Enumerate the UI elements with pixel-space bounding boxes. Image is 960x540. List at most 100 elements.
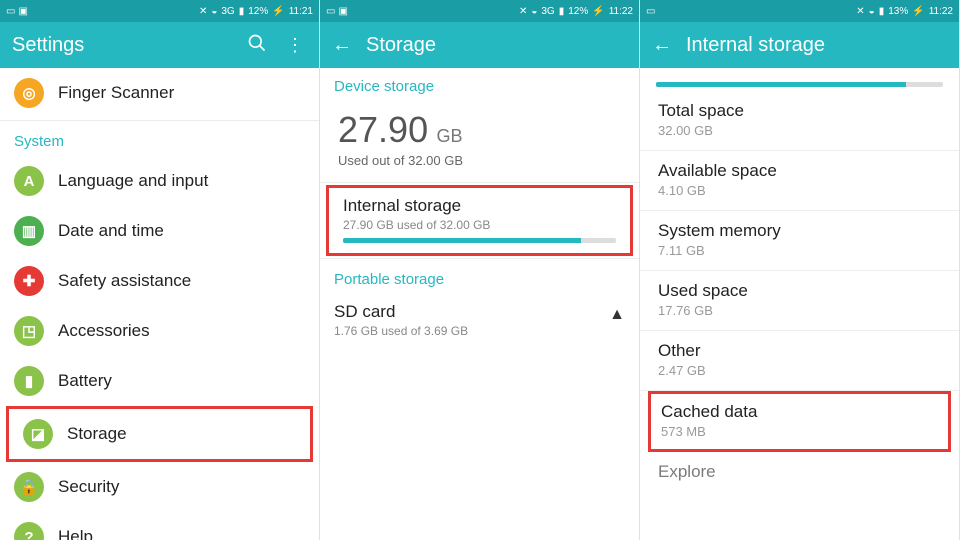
app-bar: ← Storage: [320, 22, 639, 68]
help-icon: ?: [14, 522, 44, 540]
overall-progress: [656, 82, 943, 87]
row-system-memory[interactable]: System memory 7.11 GB: [640, 211, 959, 271]
network-label: 3G: [221, 6, 234, 17]
wifi-icon: ◒: [531, 6, 537, 17]
vibrate-icon: ✕: [519, 6, 527, 17]
notif-icon: ▭: [646, 6, 655, 17]
row-title: Other: [658, 341, 941, 361]
page-title: Settings: [12, 34, 231, 57]
row-cached-data[interactable]: Cached data 573 MB: [651, 394, 948, 449]
page-title: Storage: [366, 34, 627, 57]
battery-label: 12%: [568, 6, 588, 17]
row-total-space[interactable]: Total space 32.00 GB: [640, 91, 959, 151]
battery-icon: ▮: [14, 366, 44, 396]
battery-icon: ⚡: [272, 6, 284, 17]
item-label: Language and input: [58, 171, 208, 191]
storage-content: Device storage 27.90 GB Used out of 32.0…: [320, 68, 639, 540]
lock-icon: 🔒: [14, 472, 44, 502]
row-available-space[interactable]: Available space 4.10 GB: [640, 151, 959, 211]
battery-label: 13%: [888, 6, 908, 17]
used-number: 27.90: [338, 109, 428, 151]
notif-icon: ▭: [326, 6, 335, 17]
notif-icon-2: ▣: [338, 6, 347, 17]
battery-label: 12%: [248, 6, 268, 17]
overflow-menu-icon[interactable]: ⋮: [283, 35, 307, 56]
highlight-cached: Cached data 573 MB: [648, 391, 951, 452]
item-storage[interactable]: ◪ Storage: [9, 409, 310, 459]
divider: [0, 120, 319, 121]
item-finger-scanner[interactable]: ◎ Finger Scanner: [0, 68, 319, 118]
item-security[interactable]: 🔒 Security: [0, 462, 319, 512]
overall-progress-bar: [656, 82, 906, 87]
row-title: System memory: [658, 221, 941, 241]
internal-progress-bar: [343, 238, 581, 243]
eject-icon[interactable]: ▲: [609, 306, 625, 324]
status-bar: ▭ ✕ ◒ ▮ 13% ⚡ 11:22: [640, 0, 959, 22]
network-label: 3G: [541, 6, 554, 17]
back-icon[interactable]: ←: [652, 34, 672, 57]
row-value: 4.10 GB: [658, 183, 941, 198]
item-help[interactable]: ? Help: [0, 512, 319, 540]
used-subtitle: Used out of 32.00 GB: [338, 153, 621, 168]
search-icon[interactable]: [245, 33, 269, 58]
signal-icon: ▮: [879, 6, 885, 17]
vibrate-icon: ✕: [199, 6, 207, 17]
clock-label: 11:21: [289, 6, 313, 17]
calendar-icon: ▥: [14, 216, 44, 246]
row-title: Used space: [658, 281, 941, 301]
item-safety-assistance[interactable]: ✚ Safety assistance: [0, 256, 319, 306]
sd-title: SD card: [334, 302, 625, 322]
item-label: Security: [58, 477, 119, 497]
row-used-space[interactable]: Used space 17.76 GB: [640, 271, 959, 331]
row-value: 2.47 GB: [658, 363, 941, 378]
item-label: Battery: [58, 371, 112, 391]
item-label: Help: [58, 527, 93, 540]
item-language-input[interactable]: A Language and input: [0, 156, 319, 206]
used-unit: GB: [437, 126, 463, 146]
back-icon[interactable]: ←: [332, 34, 352, 57]
row-internal-storage[interactable]: Internal storage 27.90 GB used of 32.00 …: [329, 188, 630, 253]
row-value: 32.00 GB: [658, 123, 941, 138]
item-date-time[interactable]: ▥ Date and time: [0, 206, 319, 256]
sd-sub: 1.76 GB used of 3.69 GB: [334, 324, 625, 338]
page-title: Internal storage: [686, 34, 947, 57]
highlight-internal: Internal storage 27.90 GB used of 32.00 …: [326, 185, 633, 256]
clock-label: 11:22: [929, 6, 953, 17]
row-explore[interactable]: Explore: [640, 452, 959, 482]
item-accessories[interactable]: ◳ Accessories: [0, 306, 319, 356]
storage-summary: 27.90 GB Used out of 32.00 GB: [320, 101, 639, 180]
row-title: Available space: [658, 161, 941, 181]
row-other[interactable]: Other 2.47 GB: [640, 331, 959, 391]
internal-sub: 27.90 GB used of 32.00 GB: [343, 218, 616, 232]
safety-icon: ✚: [14, 266, 44, 296]
section-device-storage: Device storage: [320, 68, 639, 101]
overall-progress-wrap: [640, 68, 959, 91]
row-sd-card[interactable]: ▲ SD card 1.76 GB used of 3.69 GB: [320, 294, 639, 348]
wifi-icon: ◒: [211, 6, 217, 17]
fingerprint-icon: ◎: [14, 78, 44, 108]
section-portable-storage: Portable storage: [320, 261, 639, 294]
signal-icon: ▮: [559, 6, 565, 17]
status-bar: ▭ ▣ ✕ ◒ 3G ▮ 12% ⚡ 11:22: [320, 0, 639, 22]
section-system: System: [0, 123, 319, 156]
status-bar: ▭ ▣ ✕ ◒ 3G ▮ 12% ⚡ 11:21: [0, 0, 319, 22]
item-battery[interactable]: ▮ Battery: [0, 356, 319, 406]
internal-content: Total space 32.00 GB Available space 4.1…: [640, 68, 959, 540]
divider: [320, 258, 639, 259]
divider: [320, 182, 639, 183]
item-label: Safety assistance: [58, 271, 191, 291]
item-label: Storage: [67, 424, 127, 444]
item-label: Date and time: [58, 221, 164, 241]
notif-icon-2: ▣: [18, 6, 27, 17]
panel-storage: ▭ ▣ ✕ ◒ 3G ▮ 12% ⚡ 11:22 ← Storage Devic…: [320, 0, 640, 540]
accessories-icon: ◳: [14, 316, 44, 346]
row-title: Explore: [658, 462, 941, 482]
item-label: Accessories: [58, 321, 150, 341]
app-bar: ← Internal storage: [640, 22, 959, 68]
vibrate-icon: ✕: [856, 6, 864, 17]
app-bar: Settings ⋮: [0, 22, 319, 68]
panel-internal-storage: ▭ ✕ ◒ ▮ 13% ⚡ 11:22 ← Internal storage T…: [640, 0, 960, 540]
battery-icon: ⚡: [912, 6, 924, 17]
wifi-icon: ◒: [869, 6, 875, 17]
row-value: 7.11 GB: [658, 243, 941, 258]
